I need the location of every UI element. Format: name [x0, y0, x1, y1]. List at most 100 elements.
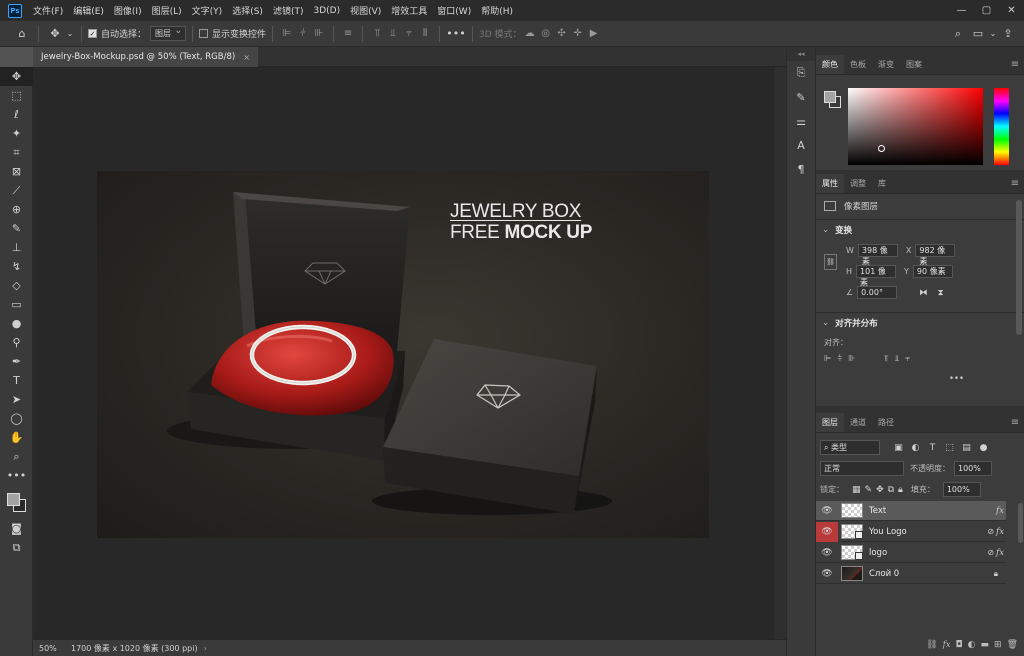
filter-toggle-icon[interactable]: ● [975, 439, 992, 456]
add-mask-icon[interactable]: ◘ [956, 640, 963, 650]
tab-adjustments[interactable]: 调整 [844, 174, 872, 193]
align-bottom-icon[interactable]: ⫧ [905, 354, 910, 364]
filter-pixel-icon[interactable]: ▣ [890, 439, 907, 456]
menu-image[interactable]: 图像(I) [109, 4, 147, 17]
menu-help[interactable]: 帮助(H) [476, 4, 518, 17]
menu-edit[interactable]: 编辑(E) [68, 4, 109, 17]
eyedropper-tool-icon[interactable]: ⟋ [0, 181, 33, 200]
vertical-scrollbar[interactable] [773, 67, 786, 639]
layer-name[interactable]: Text [869, 506, 886, 516]
brush-settings-icon[interactable]: ✎ [787, 85, 815, 109]
crop-tool-icon[interactable]: ⌗ [0, 143, 33, 162]
lock-transparency-icon[interactable]: ▦ [852, 485, 861, 495]
minimize-button[interactable]: — [949, 0, 974, 21]
tab-libraries[interactable]: 库 [872, 174, 892, 193]
menu-select[interactable]: 选择(S) [227, 4, 268, 17]
panel-menu-icon[interactable]: ≡ [1006, 174, 1024, 193]
align-top-icon[interactable]: ⫪ [884, 354, 889, 364]
layer-row-layer0[interactable]: 👁︎ Слой 0 🔒︎ [816, 564, 1006, 584]
tab-swatches[interactable]: 色板 [844, 55, 872, 74]
visibility-eye-icon[interactable]: 👁︎ [816, 521, 838, 542]
fill-field[interactable]: 100% [942, 482, 981, 497]
delete-layer-icon[interactable]: 🗑︎ [1007, 640, 1018, 650]
angle-field[interactable]: 0.00° [857, 286, 898, 299]
align-heading-row[interactable]: ⌄ 对齐并分布 [816, 317, 1024, 329]
chevron-down-icon[interactable]: ⌄ [65, 24, 75, 44]
paragraph-panel-icon[interactable]: ¶ [787, 157, 815, 181]
3d-orbit-icon[interactable]: ☁ [522, 26, 538, 42]
chevron-down-icon[interactable]: ⌄ [822, 225, 829, 235]
zoom-level-field[interactable]: 50% [33, 644, 67, 653]
lock-position-icon[interactable]: ✥ [876, 485, 884, 495]
pen-tool-icon[interactable]: ✒ [0, 352, 33, 371]
shape-tool-icon[interactable]: ◯ [0, 409, 33, 428]
maximize-button[interactable]: ▢ [974, 0, 999, 21]
close-window-button[interactable]: ✕ [999, 0, 1024, 21]
stamp-tool-icon[interactable]: ⊥ [0, 238, 33, 257]
gradient-tool-icon[interactable]: ▭ [0, 295, 33, 314]
tab-gradients[interactable]: 渐变 [872, 55, 900, 74]
more-options-icon[interactable]: ••• [446, 24, 466, 44]
tab-paths[interactable]: 路径 [872, 413, 900, 432]
distribute-icon[interactable]: ≡ [340, 26, 356, 42]
blend-mode-dropdown[interactable]: 正常 [820, 461, 904, 476]
align-hcenter-icon[interactable]: ⫩ [295, 26, 311, 42]
panel-menu-icon[interactable]: ≡ [1006, 55, 1024, 74]
flip-horizontal-icon[interactable]: ⧓ [919, 288, 928, 298]
picker-cursor[interactable] [878, 145, 885, 152]
x-field[interactable]: 982 像素 [915, 244, 956, 266]
layer-row-text[interactable]: 👁︎ Text fx [816, 501, 1006, 521]
align-vcenter-icon[interactable]: ⫫ [895, 354, 900, 364]
color-picker-field[interactable] [848, 88, 983, 165]
healing-tool-icon[interactable]: ⊕ [0, 200, 33, 219]
foreground-color-swatch[interactable] [7, 493, 20, 506]
new-group-icon[interactable]: ▬ [981, 640, 990, 650]
blur-tool-icon[interactable]: ● [0, 314, 33, 333]
character-panel-icon[interactable]: A [787, 133, 815, 157]
marquee-tool-icon[interactable]: ⬚ [0, 86, 33, 105]
workspace-icon[interactable]: ▭ [968, 24, 988, 44]
tab-patterns[interactable]: 图案 [900, 55, 928, 74]
align-hcenter-icon[interactable]: ⫩ [837, 354, 842, 364]
screen-mode-icon[interactable]: ⧉ [0, 538, 33, 557]
menu-plugins[interactable]: 增效工具 [386, 4, 432, 17]
tab-layers[interactable]: 图层 [816, 413, 844, 432]
brush-tool-icon[interactable]: ✎ [0, 219, 33, 238]
eraser-tool-icon[interactable]: ◇ [0, 276, 33, 295]
align-top-icon[interactable]: ⫪ [369, 26, 385, 42]
layer-filter-dropdown[interactable]: ⌕ 类型 [820, 440, 880, 455]
color-swatches[interactable] [0, 485, 33, 519]
opacity-field[interactable]: 100% [954, 461, 992, 476]
visibility-eye-icon[interactable]: 👁︎ [816, 543, 838, 563]
quick-mask-icon[interactable]: ◙ [0, 519, 33, 538]
filter-smart-object-icon[interactable]: ▤ [958, 439, 975, 456]
adjustment-layer-icon[interactable]: ◐ [968, 640, 976, 650]
menu-filter[interactable]: 滤镜(T) [268, 4, 309, 17]
3d-roll-icon[interactable]: ◎ [538, 26, 554, 42]
type-tool-icon[interactable]: T [0, 371, 33, 390]
lasso-tool-icon[interactable]: ℓ [0, 105, 33, 124]
layer-name[interactable]: logo [869, 548, 887, 558]
foreground-color-swatch[interactable] [824, 91, 836, 103]
fx-icon[interactable]: fx [996, 527, 1004, 537]
align-right-icon[interactable]: ⊪ [311, 26, 327, 42]
move-tool-icon[interactable]: ✥ [45, 24, 65, 44]
tab-color[interactable]: 颜色 [816, 55, 844, 74]
document-image[interactable]: JEWELRY BOX FREE MOCK UP [97, 171, 709, 538]
menu-type[interactable]: 文字(Y) [187, 4, 228, 17]
show-transform-checkbox[interactable] [199, 29, 209, 38]
layer-row-logo[interactable]: 👁︎ logo ⊘ fx [816, 543, 1006, 563]
layer-name[interactable]: You Logo [869, 527, 907, 537]
lock-all-icon[interactable]: 🔒︎ [898, 485, 903, 495]
document-tab[interactable]: Jewelry-Box-Mockup.psd @ 50% (Text, RGB/… [33, 47, 258, 67]
magic-wand-tool-icon[interactable]: ✦ [0, 124, 33, 143]
layers-scrollbar[interactable] [1018, 503, 1023, 543]
y-field[interactable]: 90 像素 [912, 265, 953, 278]
history-panel-icon[interactable]: ⎘ [787, 61, 815, 85]
menu-3d[interactable]: 3D(D) [308, 6, 345, 16]
width-field[interactable]: 398 像素 [857, 244, 898, 266]
adjustments-icon[interactable]: ⚌ [787, 109, 815, 133]
filter-type-icon[interactable]: T [924, 439, 941, 456]
hue-slider[interactable] [994, 88, 1009, 165]
layer-row-you-logo[interactable]: 👁︎ You Logo ⊘ fx [816, 521, 1006, 542]
